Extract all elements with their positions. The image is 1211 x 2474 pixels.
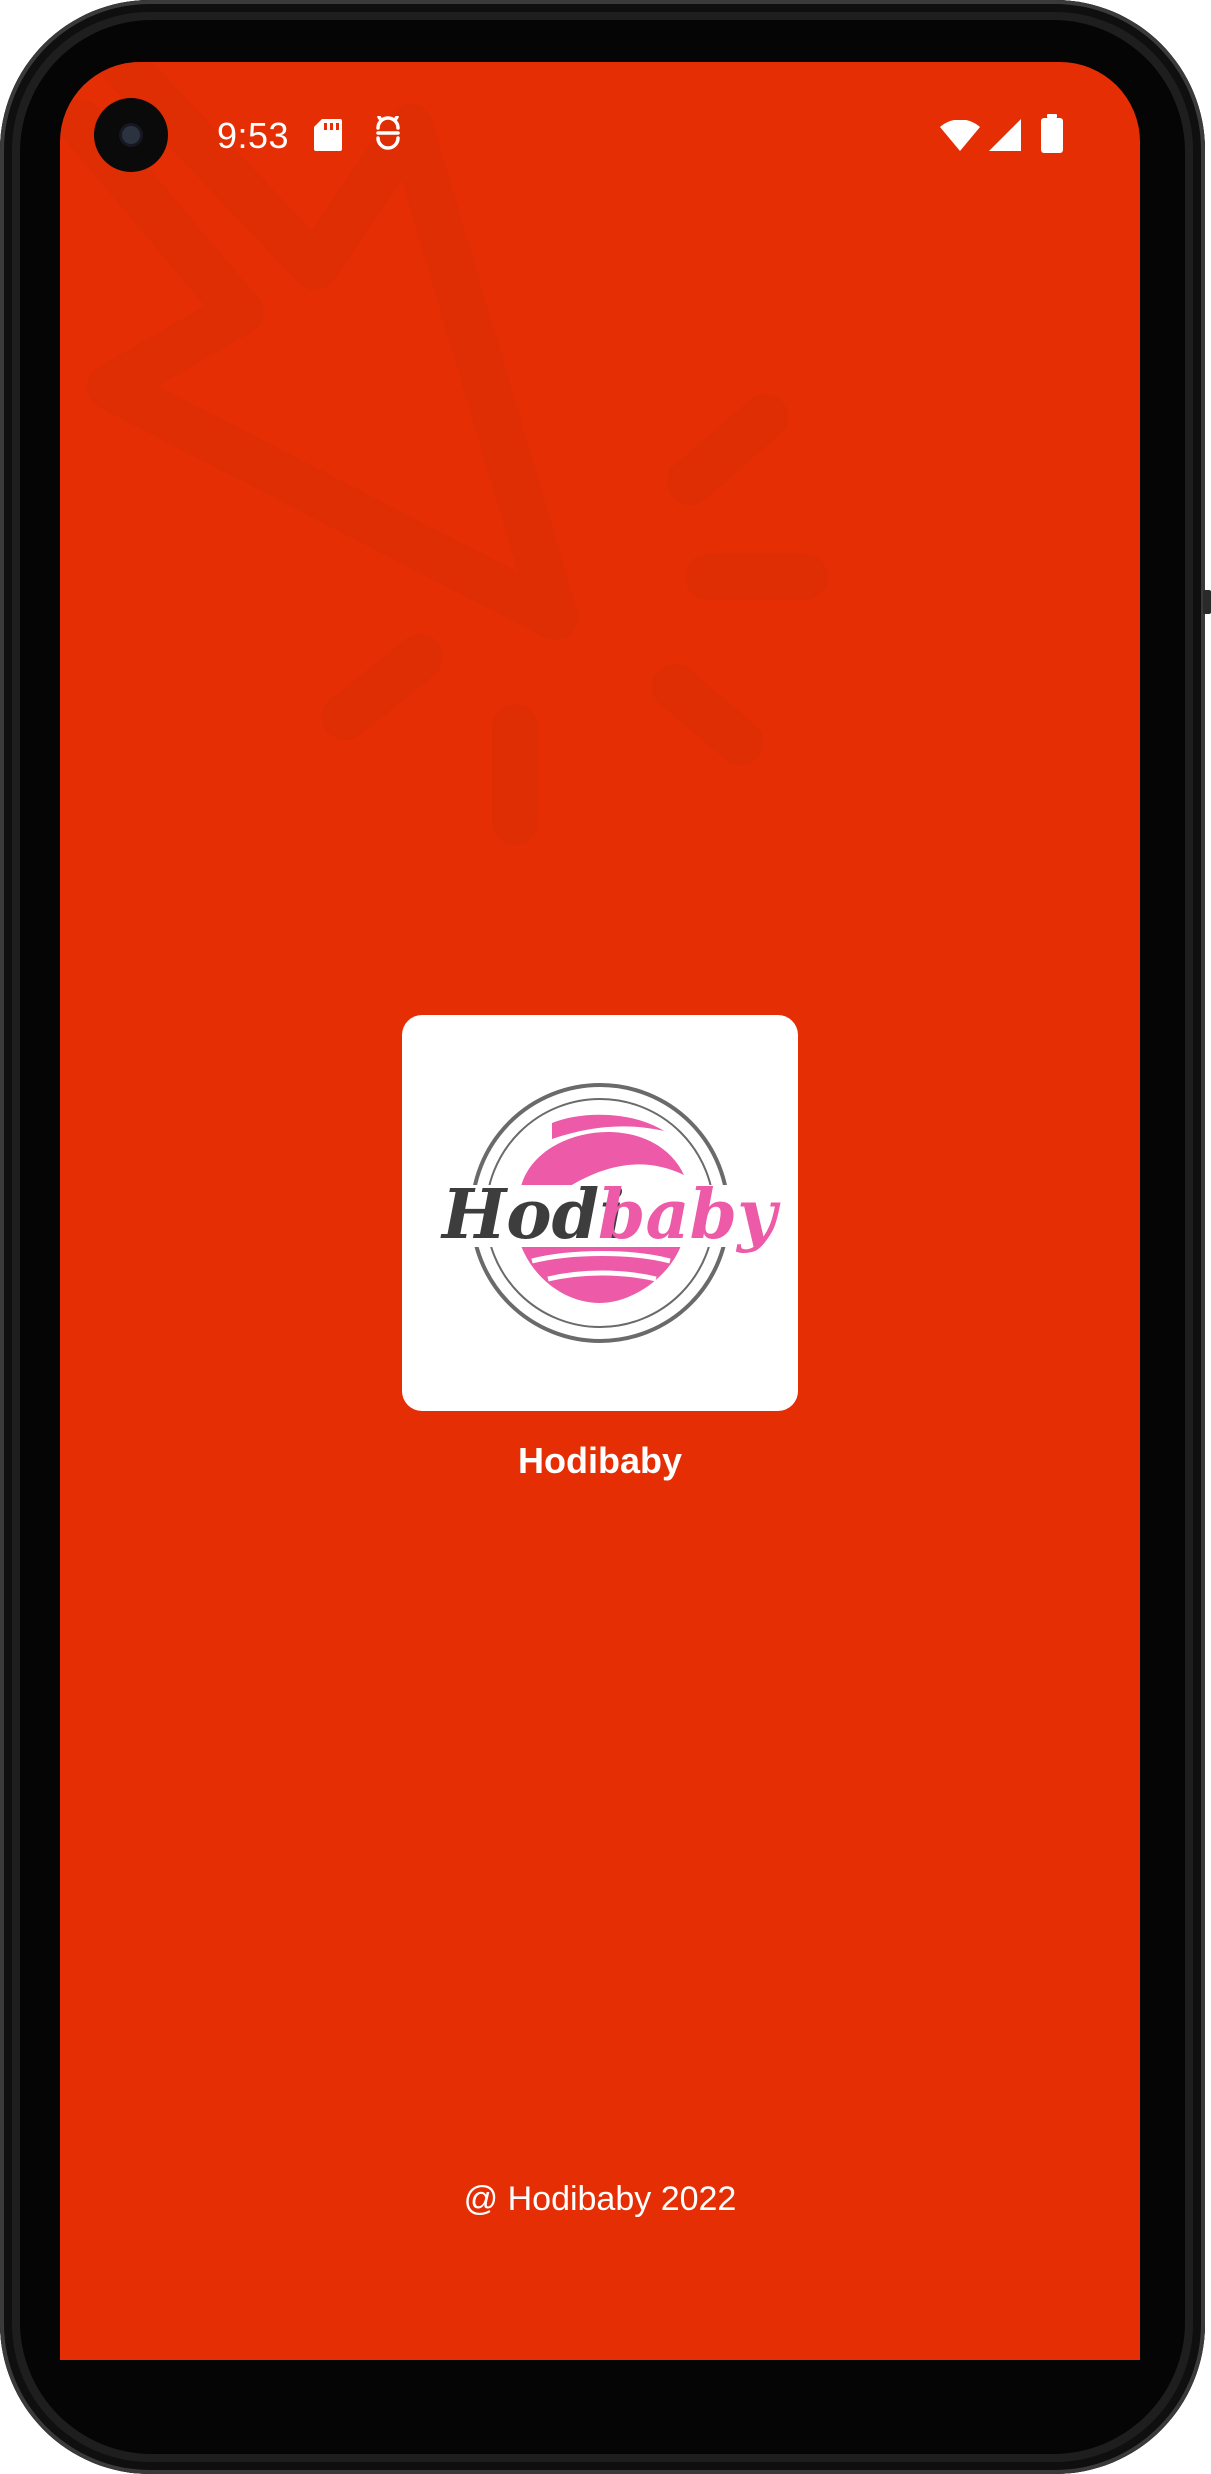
sd-card-icon — [314, 119, 342, 151]
logo-wordmark-baby: baby — [598, 1175, 781, 1255]
splash-screen: 9:53 Hodi baby Hodibaby @ Hodibaby 2022 — [60, 62, 1140, 2360]
camera-lens — [122, 126, 140, 144]
power-button — [1203, 590, 1211, 614]
battery-icon — [1041, 114, 1063, 153]
hodibaby-logo: Hodi baby — [440, 1083, 781, 1343]
front-camera — [94, 98, 168, 172]
cell-signal-icon — [989, 119, 1021, 151]
app-logo-card: Hodi baby — [402, 1015, 798, 1411]
wifi-icon — [940, 120, 980, 151]
status-time: 9:53 — [217, 115, 290, 156]
app-name-label: Hodibaby — [517, 1440, 682, 1481]
status-bar: 9:53 — [60, 62, 1140, 210]
copyright-text: @ Hodibaby 2022 — [463, 2180, 737, 2218]
assistant-icon — [376, 116, 400, 150]
